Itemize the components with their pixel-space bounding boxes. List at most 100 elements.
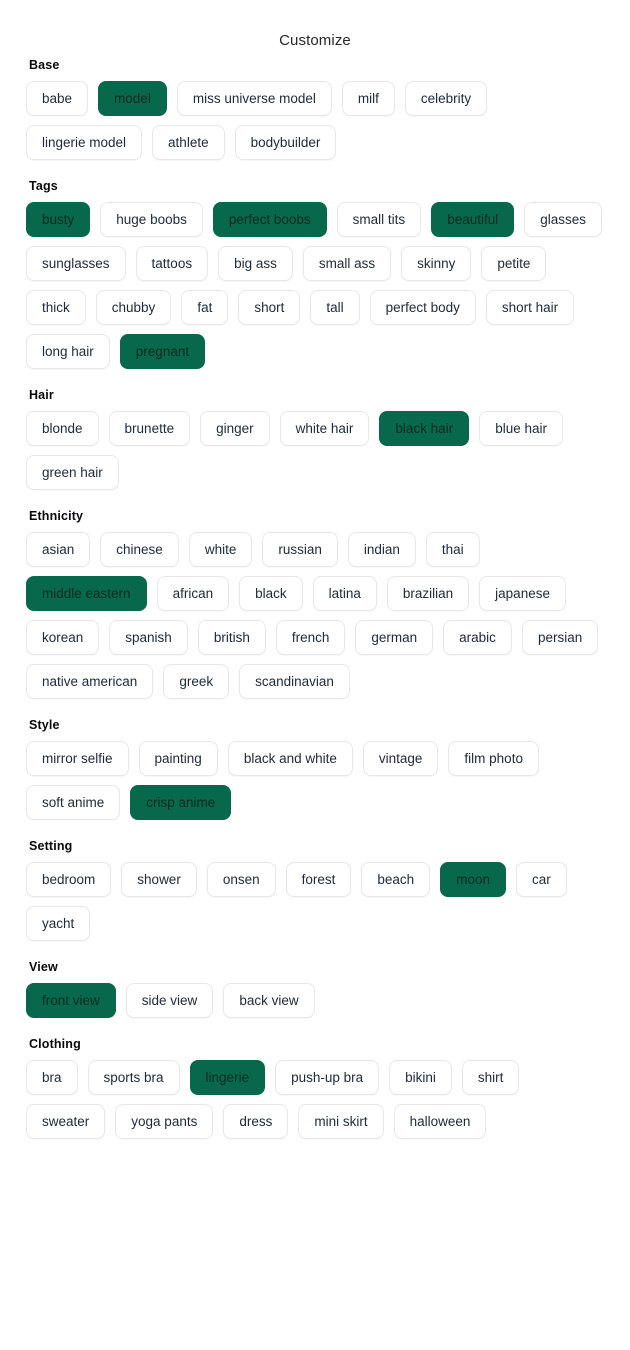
option-pill-small-tits[interactable]: small tits (336, 202, 422, 237)
option-pill-lingerie[interactable]: lingerie (189, 1060, 266, 1095)
option-pill-white-hair[interactable]: white hair (279, 411, 370, 446)
option-pill-sunglasses[interactable]: sunglasses (26, 246, 126, 281)
option-pill-blonde[interactable]: blonde (26, 411, 99, 446)
option-pill-chubby[interactable]: chubby (95, 290, 172, 325)
option-pill-onsen[interactable]: onsen (206, 862, 276, 897)
option-pill-big-ass[interactable]: big ass (218, 246, 293, 281)
option-pill-green-hair[interactable]: green hair (26, 455, 119, 490)
option-pill-long-hair[interactable]: long hair (26, 334, 110, 369)
option-pill-celebrity[interactable]: celebrity (404, 81, 488, 116)
option-pill-vintage[interactable]: vintage (362, 741, 439, 776)
option-pill-back-view[interactable]: back view (223, 983, 315, 1018)
option-pill-sweater[interactable]: sweater (26, 1104, 106, 1139)
option-pill-glasses[interactable]: glasses (524, 202, 603, 237)
option-pill-chinese[interactable]: chinese (100, 532, 179, 567)
option-pill-yoga-pants[interactable]: yoga pants (115, 1104, 214, 1139)
option-pill-french[interactable]: french (275, 620, 346, 655)
option-pill-front-view[interactable]: front view (26, 983, 116, 1018)
option-pill-blue-hair[interactable]: blue hair (479, 411, 563, 446)
option-pill-spanish[interactable]: spanish (109, 620, 188, 655)
option-pill-brazilian[interactable]: brazilian (386, 576, 470, 611)
option-pill-african[interactable]: african (156, 576, 230, 611)
option-pill-latina[interactable]: latina (312, 576, 377, 611)
option-pill-tall[interactable]: tall (310, 290, 360, 325)
option-pill-thick[interactable]: thick (26, 290, 86, 325)
option-pill-beach[interactable]: beach (361, 862, 431, 897)
option-pill-moon[interactable]: moon (440, 862, 506, 897)
section-tags: Tags busty huge boobs perfect boobs small ti… (26, 178, 604, 369)
option-pill-mini-skirt[interactable]: mini skirt (298, 1104, 384, 1139)
option-pill-short-hair[interactable]: short hair (485, 290, 575, 325)
option-pill-korean[interactable]: korean (26, 620, 100, 655)
option-pill-crisp-anime[interactable]: crisp anime (130, 785, 232, 820)
option-pill-shower[interactable]: shower (121, 862, 197, 897)
option-pill-indian[interactable]: indian (347, 532, 416, 567)
section-label: Tags (29, 179, 58, 193)
option-pill-japanese[interactable]: japanese (479, 576, 566, 611)
option-pill-bra[interactable]: bra (26, 1060, 78, 1095)
option-group: bra sports bra lingerie push-up bra bikini sh… (26, 1060, 604, 1139)
option-pill-white[interactable]: white (188, 532, 253, 567)
option-pill-yacht[interactable]: yacht (26, 906, 91, 941)
section-label: Hair (29, 388, 54, 402)
section-label: Style (29, 718, 60, 732)
option-pill-huge-boobs[interactable]: huge boobs (100, 202, 203, 237)
section-label: Setting (29, 839, 73, 853)
option-pill-short[interactable]: short (238, 290, 301, 325)
option-pill-dress[interactable]: dress (223, 1104, 289, 1139)
option-pill-film-photo[interactable]: film photo (448, 741, 539, 776)
section-label: Ethnicity (29, 509, 84, 523)
option-pill-athlete[interactable]: athlete (152, 125, 225, 160)
option-pill-pregnant[interactable]: pregnant (119, 334, 206, 369)
option-pill-scandinavian[interactable]: scandinavian (239, 664, 350, 699)
option-pill-forest[interactable]: forest (285, 862, 352, 897)
option-pill-bedroom[interactable]: bedroom (26, 862, 112, 897)
option-pill-arabic[interactable]: arabic (443, 620, 512, 655)
option-pill-soft-anime[interactable]: soft anime (26, 785, 121, 820)
option-pill-miss-universe-model[interactable]: miss universe model (176, 81, 332, 116)
option-pill-brunette[interactable]: brunette (108, 411, 191, 446)
option-pill-painting[interactable]: painting (138, 741, 218, 776)
option-pill-greek[interactable]: greek (163, 664, 230, 699)
option-pill-bikini[interactable]: bikini (389, 1060, 452, 1095)
section-label: View (29, 960, 58, 974)
option-pill-ginger[interactable]: ginger (200, 411, 270, 446)
section-setting: Setting bedroom shower onsen forest beach moon… (26, 838, 604, 941)
option-pill-thai[interactable]: thai (425, 532, 480, 567)
option-pill-beautiful[interactable]: beautiful (431, 202, 515, 237)
option-pill-black[interactable]: black (239, 576, 303, 611)
option-pill-middle-eastern[interactable]: middle eastern (26, 576, 147, 611)
option-pill-busty[interactable]: busty (26, 202, 91, 237)
option-pill-russian[interactable]: russian (262, 532, 338, 567)
option-pill-bodybuilder[interactable]: bodybuilder (234, 125, 337, 160)
option-pill-german[interactable]: german (355, 620, 434, 655)
option-pill-small-ass[interactable]: small ass (302, 246, 392, 281)
option-pill-persian[interactable]: persian (521, 620, 599, 655)
option-pill-milf[interactable]: milf (341, 81, 395, 116)
option-pill-car[interactable]: car (515, 862, 567, 897)
option-pill-asian[interactable]: asian (26, 532, 91, 567)
option-pill-model[interactable]: model (98, 81, 167, 116)
option-pill-skinny[interactable]: skinny (401, 246, 472, 281)
option-pill-shirt[interactable]: shirt (461, 1060, 520, 1095)
option-pill-lingerie-model[interactable]: lingerie model (26, 125, 143, 160)
option-pill-babe[interactable]: babe (26, 81, 89, 116)
option-pill-halloween[interactable]: halloween (393, 1104, 487, 1139)
option-pill-tattoos[interactable]: tattoos (135, 246, 209, 281)
section-label: Base (29, 58, 60, 72)
option-pill-perfect-boobs[interactable]: perfect boobs (212, 202, 327, 237)
option-pill-mirror-selfie[interactable]: mirror selfie (26, 741, 129, 776)
section-base: Base babe model miss universe model milf cele… (26, 57, 604, 160)
option-pill-petite[interactable]: petite (481, 246, 547, 281)
option-pill-native-american[interactable]: native american (26, 664, 154, 699)
option-pill-perfect-body[interactable]: perfect body (369, 290, 476, 325)
option-pill-fat[interactable]: fat (181, 290, 229, 325)
option-pill-black-hair[interactable]: black hair (379, 411, 470, 446)
option-pill-side-view[interactable]: side view (125, 983, 214, 1018)
option-group: busty huge boobs perfect boobs small tits be… (26, 202, 604, 369)
option-pill-sports-bra[interactable]: sports bra (87, 1060, 180, 1095)
section-hair: Hair blonde brunette ginger white hair black … (26, 387, 604, 490)
option-pill-push-up-bra[interactable]: push-up bra (275, 1060, 380, 1095)
option-pill-black-and-white[interactable]: black and white (227, 741, 353, 776)
option-pill-british[interactable]: british (197, 620, 266, 655)
